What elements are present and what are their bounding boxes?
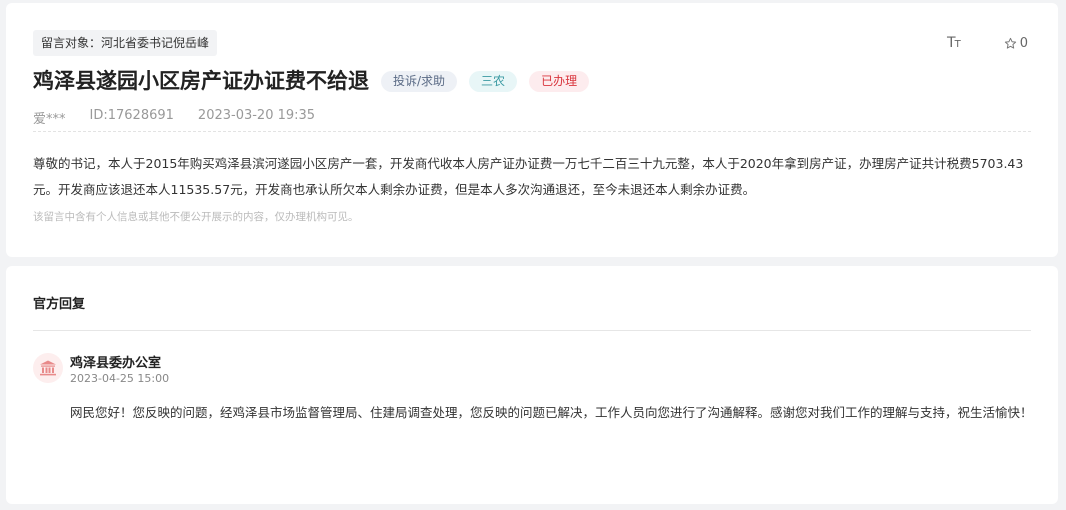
reply-heading: 官方回复: [33, 297, 86, 312]
message-time: 2023-03-20 19:35: [197, 108, 316, 123]
divider: [33, 330, 1031, 331]
type-badge: 投诉/求助: [381, 70, 458, 92]
department-avatar: [33, 353, 63, 383]
message-id: ID:17628691: [89, 108, 174, 123]
message-card: 留言对象：河北省委书记倪岳峰 TT 0 鸡泽县遂园小区房产证办证费不给退 投诉/…: [6, 3, 1058, 257]
message-tools: TT 0: [947, 35, 1028, 51]
title-row: 鸡泽县遂园小区房产证办证费不给退 投诉/求助 三农 已办理: [33, 66, 601, 96]
author-name: 爱***: [33, 112, 66, 127]
star-count: 0: [1019, 35, 1028, 51]
department-name: 鸡泽县委办公室: [70, 356, 162, 371]
message-meta: 爱*** ID:17628691 2023-03-20 19:35: [33, 108, 339, 127]
category-badge: 三农: [469, 70, 518, 92]
divider: [33, 131, 1031, 132]
reply-time: 2023-04-25 15:00: [70, 372, 170, 385]
message-content: 尊敬的书记，本人于2015年购买鸡泽县滨河遂园小区房产一套，开发商代收本人房产证…: [33, 156, 1024, 197]
message-target-tag: 留言对象：河北省委书记倪岳峰: [33, 30, 218, 56]
reply-content: 网民您好！您反映的问题，经鸡泽县市场监督管理局、住建局调查处理，您反映的问题已解…: [70, 405, 1033, 420]
privacy-note: 该留言中含有个人信息或其他不便公开展示的内容，仅办理机构可见。: [33, 211, 359, 223]
status-badge: 已办理: [529, 70, 590, 92]
favorite-button[interactable]: 0: [1004, 36, 1028, 51]
font-size-icon[interactable]: TT: [947, 35, 961, 51]
government-building-icon: [40, 360, 56, 376]
official-reply-card: 官方回复 鸡泽县委办公室 2023-04-25 15:00 网民您好！您反映的问…: [6, 266, 1058, 504]
star-icon: [1004, 37, 1016, 49]
message-title: 鸡泽县遂园小区房产证办证费不给退: [33, 69, 369, 93]
